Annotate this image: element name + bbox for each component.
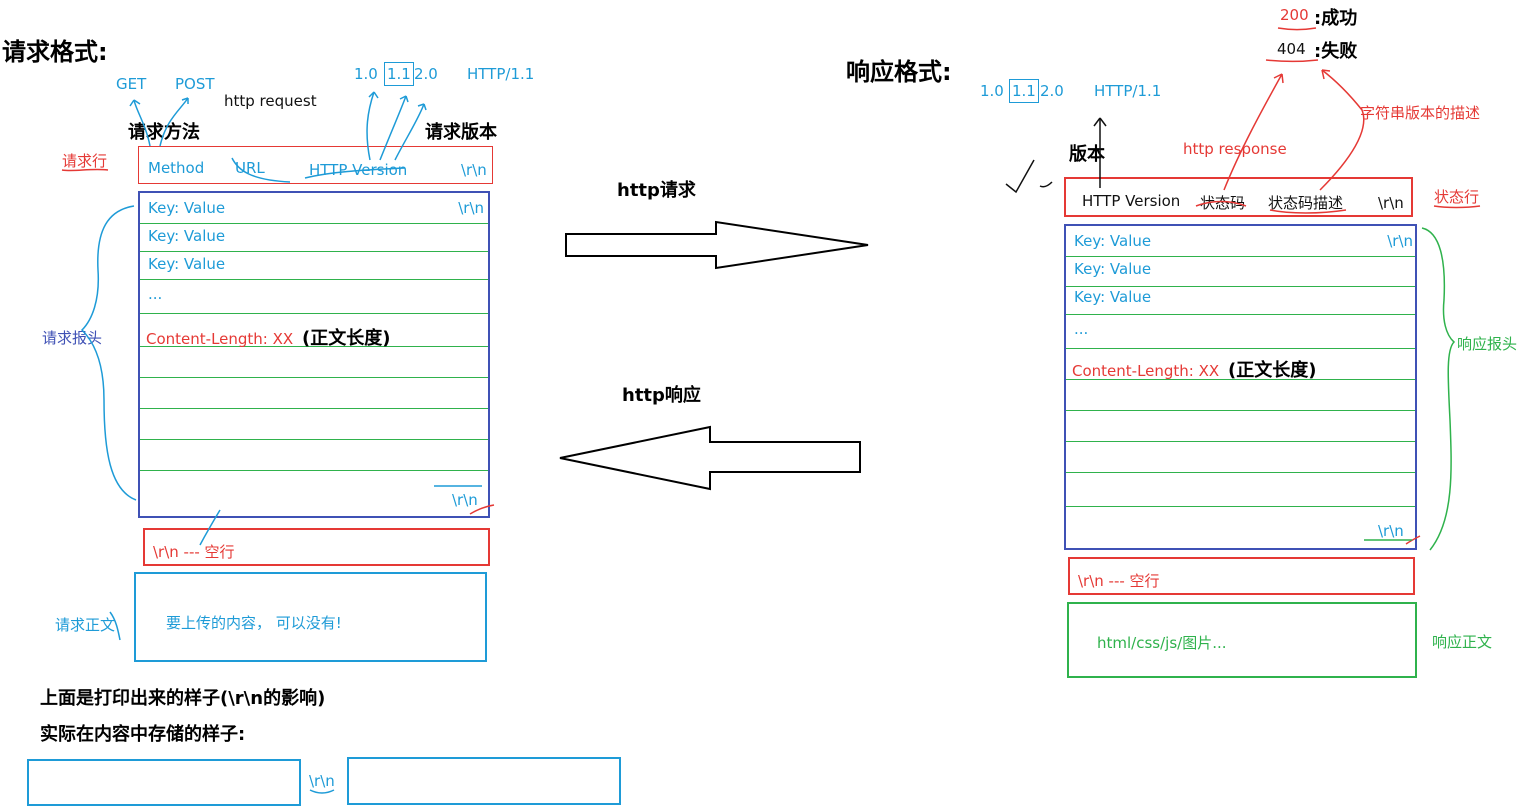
status-meaning-200: :成功	[1314, 8, 1358, 29]
status-code-200: 200	[1280, 6, 1309, 24]
request-body-label: 请求正文	[55, 616, 116, 634]
response-header-label: 响应报头	[1457, 335, 1518, 353]
resp-header-row: Key: Value \r\n	[1066, 226, 1415, 257]
status-desc-field: 状态码描述	[1268, 194, 1344, 212]
header-end-crlf: \r\n	[452, 491, 478, 509]
content-length: Content-Length: XX	[146, 330, 294, 348]
resp-header-row: ...	[1066, 314, 1415, 349]
resp-header-row	[1066, 380, 1415, 411]
resp-version-1-1: 1.1	[1009, 79, 1039, 103]
request-blank-line-box: \r\n --- 空行	[143, 528, 490, 566]
header-row-text: ...	[148, 285, 163, 303]
header-row	[140, 347, 488, 378]
storage-note-1: 上面是打印出来的样子(\r\n的影响)	[40, 688, 326, 709]
resp-content-length-note: (正文长度)	[1228, 360, 1317, 381]
status-line-label: 状态行	[1434, 188, 1480, 206]
resp-version-example: HTTP/1.1	[1094, 82, 1162, 100]
response-header-box: Key: Value \r\n Key: Value Key: Value ..…	[1064, 224, 1417, 550]
resp-header-row-text: Key: Value	[1074, 260, 1152, 278]
code-arrow	[1223, 73, 1283, 191]
request-line-box: Method URL HTTP Version \r\n	[138, 146, 493, 184]
storage-crlf: \r\n	[309, 772, 335, 790]
line-http-version: HTTP Version	[309, 161, 408, 179]
version-1-0: 1.0	[354, 65, 378, 83]
status-code-field: 状态码	[1200, 194, 1246, 212]
header-row: Content-Length: XX (正文长度)	[140, 313, 488, 349]
line-crlf: \r\n	[461, 161, 487, 179]
check-mark	[1005, 159, 1053, 194]
header-row: Key: Value	[140, 249, 488, 280]
request-line-label: 请求行	[62, 152, 108, 170]
response-body-text: html/css/js/图片...	[1097, 634, 1227, 652]
response-header-brace	[1421, 227, 1456, 551]
status-meaning-404: :失败	[1314, 41, 1358, 62]
http-response-label: http response	[1183, 140, 1287, 158]
response-body-label: 响应正文	[1432, 633, 1493, 651]
resp-content-length: Content-Length: XX	[1072, 362, 1220, 380]
request-header-brace	[80, 205, 137, 501]
blank-line-text: \r\n --- 空行	[153, 543, 235, 561]
header-row: Key: Value	[140, 221, 488, 252]
response-body-box: html/css/js/图片...	[1067, 602, 1417, 678]
http-response-arrow-label: http响应	[622, 385, 701, 406]
desc-arrow	[1319, 69, 1365, 191]
header-row-crlf: \r\n	[458, 199, 484, 217]
http-request-label: http request	[224, 92, 317, 110]
response-blank-line-box: \r\n --- 空行	[1068, 557, 1415, 595]
response-arrow	[559, 425, 861, 491]
resp-header-row-text: Key: Value	[1074, 288, 1152, 306]
underline-404	[1265, 59, 1319, 63]
version-example: HTTP/1.1	[467, 65, 535, 83]
header-row	[140, 378, 488, 409]
resp-version-note: 版本	[1069, 144, 1105, 165]
method-post: POST	[175, 75, 215, 93]
resp-header-row	[1066, 411, 1415, 442]
status-http-version: HTTP Version	[1082, 192, 1181, 210]
request-title: 请求格式:	[2, 38, 108, 66]
request-header-label: 请求报头	[42, 329, 103, 347]
header-row: ...	[140, 279, 488, 314]
version-2-0: 2.0	[414, 65, 438, 83]
resp-blank-line-text: \r\n --- 空行	[1078, 572, 1160, 590]
header-row: Key: Value \r\n	[140, 193, 488, 224]
request-header-box: Key: Value \r\n Key: Value Key: Value ..…	[138, 191, 490, 518]
resp-header-row	[1066, 442, 1415, 473]
resp-header-row: Key: Value	[1066, 256, 1415, 287]
header-row-text: Key: Value	[148, 255, 226, 273]
line-method: Method	[148, 159, 205, 177]
resp-header-row-text: Key: Value	[1074, 232, 1152, 250]
resp-header-row-text: ...	[1074, 320, 1089, 338]
resp-header-row: Content-Length: XX (正文长度)	[1066, 348, 1415, 381]
method-note: 请求方法	[128, 122, 200, 143]
request-body-text: 要上传的内容， 可以没有!	[166, 614, 342, 632]
version-1-1: 1.1	[384, 62, 414, 86]
response-title: 响应格式:	[846, 58, 952, 86]
version-note: 请求版本	[425, 122, 497, 143]
status-line-crlf: \r\n	[1378, 194, 1404, 212]
resp-version-1-0: 1.0	[980, 82, 1004, 100]
resp-header-row	[1066, 476, 1415, 507]
resp-version-2-0: 2.0	[1040, 82, 1064, 100]
resp-header-row-crlf: \r\n	[1387, 232, 1413, 250]
storage-underline	[309, 789, 335, 794]
status-code-404: 404	[1277, 40, 1306, 58]
header-row-text: Key: Value	[148, 227, 226, 245]
header-row-text: Key: Value	[148, 199, 226, 217]
storage-box-left	[27, 759, 301, 806]
request-body-box: 要上传的内容， 可以没有!	[134, 572, 487, 662]
method-get: GET	[116, 75, 147, 93]
line-url: URL	[235, 159, 265, 177]
header-row	[140, 409, 488, 440]
desc-note: 字符串版本的描述	[1360, 104, 1481, 122]
storage-note-2: 实际在内容中存储的样子:	[40, 724, 246, 745]
resp-header-row: Key: Value	[1066, 284, 1415, 315]
storage-box-right	[347, 757, 621, 805]
underline-200	[1277, 27, 1317, 31]
http-request-arrow-label: http请求	[617, 180, 696, 201]
resp-header-end-crlf: \r\n	[1378, 522, 1404, 540]
header-row	[140, 440, 488, 471]
status-line-box: HTTP Version 状态码 状态码描述 \r\n	[1064, 177, 1413, 217]
request-arrow	[565, 220, 869, 270]
